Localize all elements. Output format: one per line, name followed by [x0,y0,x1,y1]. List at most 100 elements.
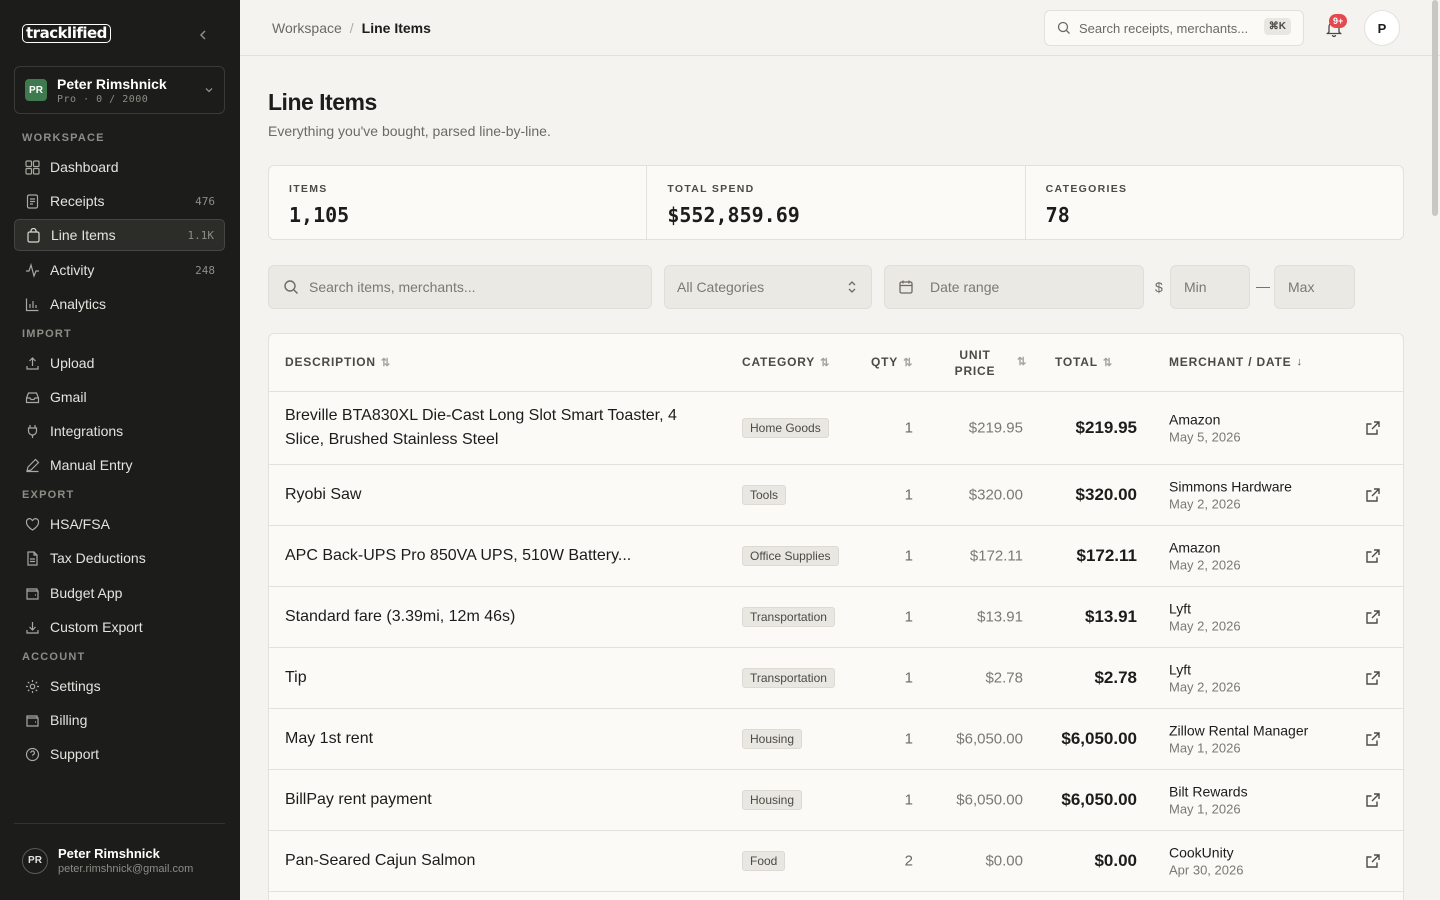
bag-icon [25,227,41,243]
category-badge: Housing [742,790,803,810]
sidebar-item-support[interactable]: Support [14,738,225,770]
merchant-name: Amazon [1169,539,1221,556]
help-icon [24,746,40,762]
logo-text: tracklified [22,24,111,43]
app-logo[interactable]: tracklified [22,24,111,43]
sidebar-item-dashboard[interactable]: Dashboard [14,151,225,183]
stat-value: $552,859.69 [667,203,800,227]
sidebar-item-receipts[interactable]: Receipts 476 [14,185,225,217]
sidebar-item-budget-app[interactable]: Budget App [14,577,225,609]
table-row[interactable]: Tip Transportation 1 $2.78 $2.78 Lyft May… [269,648,1403,709]
external-link-icon[interactable] [1365,853,1381,869]
row-total: $2.78 [1094,668,1137,687]
header-unit-price[interactable]: UNIT PRICE [945,347,1005,379]
sidebar-item-hsa-fsa[interactable]: HSA/FSA [14,508,225,540]
breadcrumb-workspace[interactable]: Workspace [272,20,342,36]
external-link-icon[interactable] [1365,548,1381,564]
sidebar-item-activity[interactable]: Activity 248 [14,254,225,286]
global-search-input[interactable]: Search receipts, merchants... ⌘K [1044,10,1304,46]
row-description: Tip [285,669,307,686]
table-row[interactable]: Standard fare (3.39mi, 12m 46s) Transpor… [269,587,1403,648]
sidebar-item-label: Activity [50,262,95,278]
activity-icon [24,262,40,278]
currency-symbol: $ [1155,279,1163,295]
table-row[interactable]: Pan-Seared Cajun Salmon Food 2 $0.00 $0.… [269,831,1403,892]
items-search-input[interactable]: Search items, merchants... [268,265,652,309]
user-avatar: PR [22,847,48,874]
header-category[interactable]: CATEGORY ⇅ [742,355,830,369]
sidebar-item-label: Custom Export [50,619,143,635]
table-row[interactable]: APC Back-UPS Pro 850VA UPS, 510W Battery… [269,526,1403,587]
scrollbar-thumb[interactable] [1432,0,1438,216]
row-total: $13.91 [1085,607,1137,626]
category-select[interactable]: All Categories [664,265,872,309]
table-row[interactable]: BillPay rent payment Housing 1 $6,050.00… [269,770,1403,831]
row-total: $219.95 [1075,418,1137,437]
sidebar-item-custom-export[interactable]: Custom Export [14,611,225,643]
external-link-icon[interactable] [1365,420,1381,436]
user-avatar-button[interactable]: P [1364,10,1400,46]
stat-label: CATEGORIES [1045,183,1128,195]
sort-icon[interactable]: ⇅ [1012,355,1027,368]
row-qty: 1 [904,547,913,565]
breadcrumb-current: Line Items [361,20,431,36]
sidebar-item-tax-deductions[interactable]: Tax Deductions [14,542,225,574]
document-icon [24,550,40,566]
stat-total-spend: TOTAL SPEND $552,859.69 [647,166,1026,239]
row-unit-price: $13.91 [977,608,1023,626]
download-icon [24,619,40,635]
row-merchant: Amazon May 2, 2026 [1169,540,1369,573]
arrow-down-icon: ↓ [1296,356,1303,368]
line-items-table: DESCRIPTION ⇅ CATEGORY ⇅ QTY ⇅ UNIT PRICE ⇅ … [268,333,1404,900]
merchant-name: Zillow Rental Manager [1169,722,1309,739]
sidebar-item-label: Upload [50,355,95,371]
sidebar-item-upload[interactable]: Upload [14,347,225,379]
collapse-sidebar-button[interactable] [194,26,212,44]
header-qty[interactable]: QTY ⇅ [871,355,913,369]
row-unit-price: $6,050.00 [956,791,1023,809]
sidebar-item-gmail[interactable]: Gmail [14,381,225,413]
search-icon [1057,21,1070,34]
sidebar-item-integrations[interactable]: Integrations [14,415,225,447]
external-link-icon[interactable] [1365,731,1381,747]
sidebar-item-count: 248 [195,263,215,277]
table-header: DESCRIPTION ⇅ CATEGORY ⇅ QTY ⇅ UNIT PRICE ⇅ … [269,334,1403,392]
sidebar-item-settings[interactable]: Settings [14,670,225,702]
user-profile[interactable]: PR Peter Rimshnick peter.rimshnick@gmail… [22,846,193,875]
external-link-icon[interactable] [1365,609,1381,625]
table-row[interactable]: Ryobi Saw Tools 1 $320.00 $320.00 Simmon… [269,465,1403,526]
row-date: May 2, 2026 [1169,618,1241,634]
account-switcher[interactable]: PR Peter Rimshnick Pro · 0 / 2000 [14,66,225,114]
header-merchant-date[interactable]: MERCHANT / DATE ↓ [1169,355,1303,369]
user-email: peter.rimshnick@gmail.com [58,863,194,875]
external-link-icon[interactable] [1365,792,1381,808]
sidebar-item-label: Support [50,746,100,762]
merchant-name: Amazon [1169,411,1221,428]
external-link-icon[interactable] [1365,487,1381,503]
sidebar-item-analytics[interactable]: Analytics [14,288,225,320]
row-merchant: Lyft May 2, 2026 [1169,601,1369,634]
table-row[interactable]: Breville BTA830XL Die-Cast Long Slot Sma… [269,392,1403,465]
row-total: $6,050.00 [1061,790,1137,809]
sidebar-item-label: Settings [50,678,101,694]
page-scrollbar[interactable] [1432,0,1440,900]
sidebar-item-line-items[interactable]: Line Items 1.1K [14,219,225,251]
min-amount-input[interactable]: Min [1170,265,1250,309]
sidebar-item-manual-entry[interactable]: Manual Entry [14,449,225,481]
sidebar-item-billing[interactable]: Billing [14,704,225,736]
row-merchant: CookUnity Apr 30, 2026 [1169,845,1369,878]
external-link-icon[interactable] [1365,670,1381,686]
row-unit-price: $0.00 [985,852,1023,870]
chevron-down-icon [205,88,213,93]
max-amount-input[interactable]: Max [1274,265,1355,309]
date-range-picker[interactable]: Date range [884,265,1144,309]
sort-icon: ⇅ [820,356,831,369]
row-unit-price: $320.00 [968,486,1023,504]
pen-icon [24,457,40,473]
account-name: Peter Rimshnick [57,75,167,92]
category-badge: Office Supplies [742,546,839,566]
table-row[interactable]: May 1st rent Housing 1 $6,050.00 $6,050.… [269,709,1403,770]
sidebar-item-label: Analytics [50,296,107,312]
header-description[interactable]: DESCRIPTION ⇅ [285,355,391,369]
header-total[interactable]: TOTAL ⇅ [1055,355,1113,369]
